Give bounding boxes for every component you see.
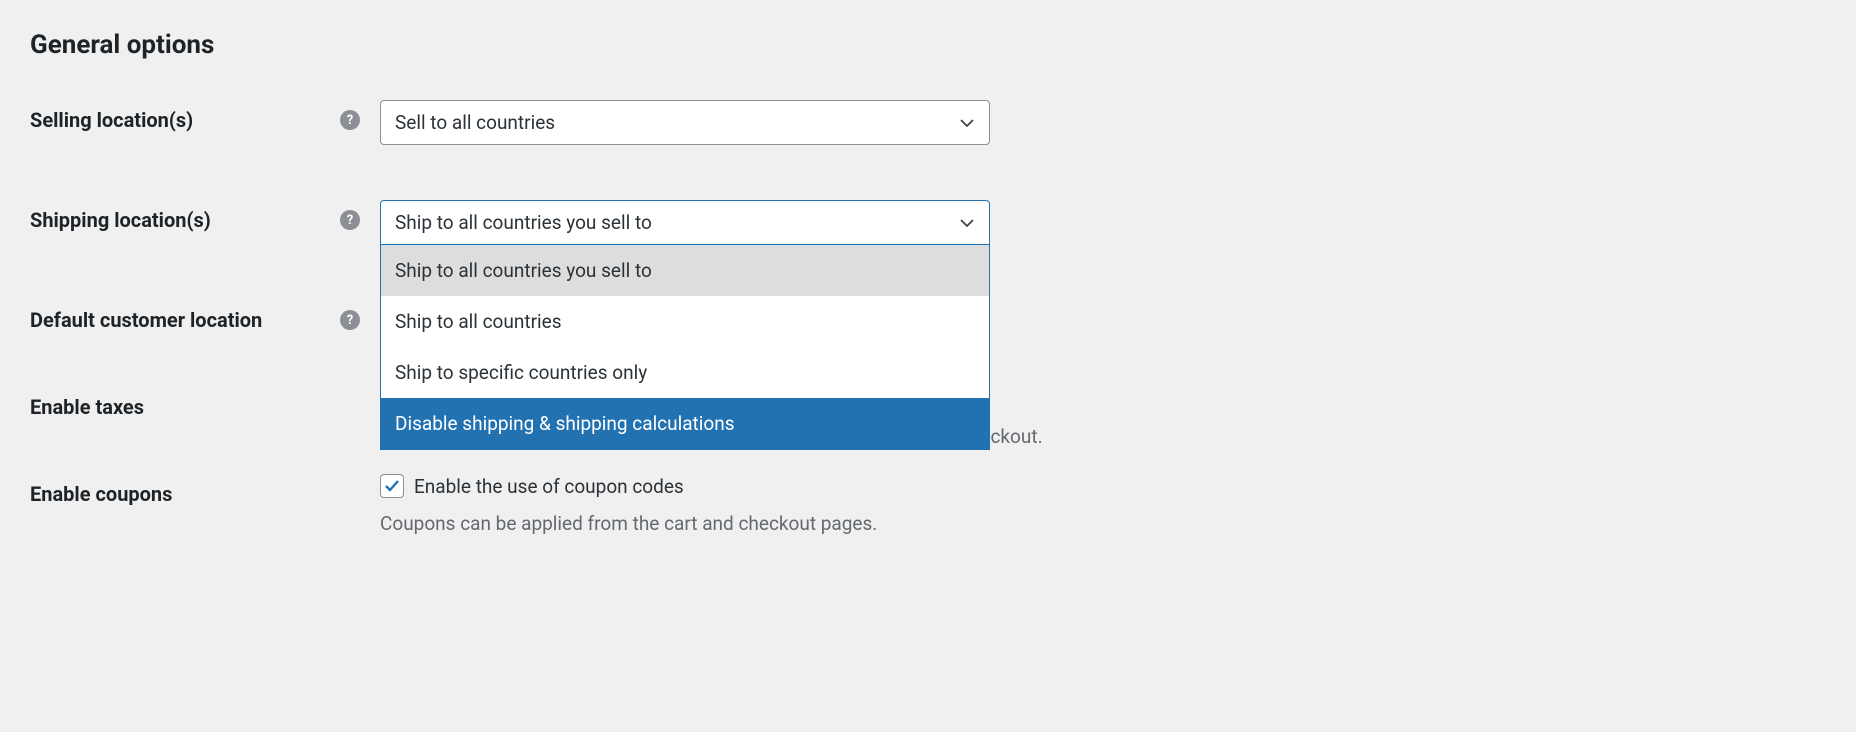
- default-customer-location-label: Default customer location: [30, 308, 262, 332]
- enable-coupons-description: Coupons can be applied from the cart and…: [380, 512, 877, 535]
- shipping-locations-label: Shipping location(s): [30, 208, 211, 232]
- dropdown-option[interactable]: Disable shipping & shipping calculations: [381, 398, 989, 449]
- dropdown-option[interactable]: Ship to all countries you sell to: [381, 245, 989, 296]
- selling-locations-value: Sell to all countries: [395, 111, 555, 134]
- dropdown-option[interactable]: Ship to specific countries only: [381, 347, 989, 398]
- checkmark-icon: [383, 477, 401, 495]
- help-icon[interactable]: ?: [340, 210, 360, 230]
- dropdown-option[interactable]: Ship to all countries: [381, 296, 989, 347]
- help-icon[interactable]: ?: [340, 310, 360, 330]
- selling-locations-label: Selling location(s): [30, 108, 193, 132]
- row-shipping-locations: Shipping location(s) ? Ship to all count…: [30, 200, 1826, 245]
- help-icon[interactable]: ?: [340, 110, 360, 130]
- shipping-locations-value: Ship to all countries you sell to: [395, 211, 652, 234]
- chevron-down-icon: [959, 115, 975, 131]
- enable-coupons-checkbox[interactable]: [380, 474, 404, 498]
- section-title: General options: [30, 30, 1826, 60]
- row-enable-coupons: Enable coupons Enable the use of coupon …: [30, 474, 1826, 535]
- chevron-down-icon: [959, 215, 975, 231]
- shipping-locations-select[interactable]: Ship to all countries you sell to: [380, 200, 990, 245]
- enable-coupons-label: Enable coupons: [30, 482, 172, 506]
- row-selling-locations: Selling location(s) ? Sell to all countr…: [30, 100, 1826, 145]
- selling-locations-select[interactable]: Sell to all countries: [380, 100, 990, 145]
- shipping-locations-dropdown: Ship to all countries you sell to Ship t…: [380, 245, 990, 450]
- enable-coupons-checkbox-label: Enable the use of coupon codes: [414, 475, 684, 498]
- enable-taxes-label: Enable taxes: [30, 395, 144, 419]
